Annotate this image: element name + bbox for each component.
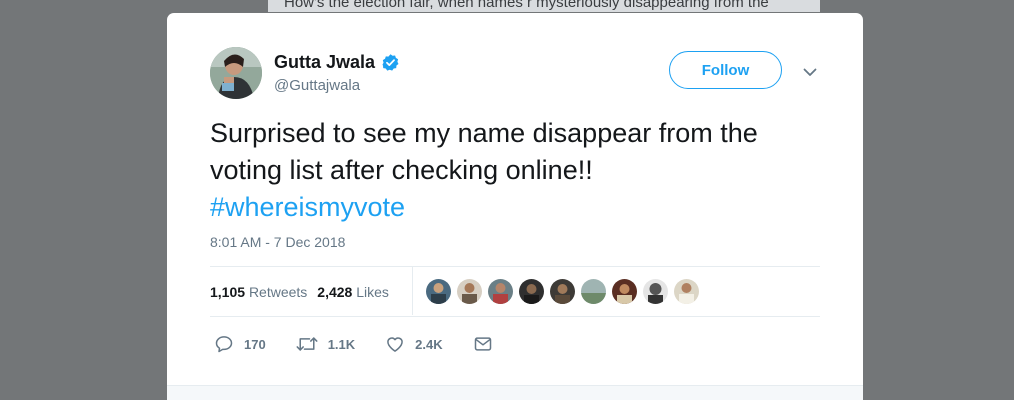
liker-avatars [426, 279, 699, 304]
liker-avatar[interactable] [550, 279, 575, 304]
envelope-icon [474, 337, 491, 351]
background-tweet-text: How's the election fair, when names r my… [284, 0, 769, 11]
liker-avatar[interactable] [643, 279, 668, 304]
retweet-button[interactable]: 1.1K [296, 334, 355, 354]
tweet-text-line: Surprised to see my name disappear from … [210, 118, 758, 148]
engagement-stats: 1,105 Retweets 2,428 Likes [210, 284, 389, 300]
like-button[interactable]: 2.4K [385, 334, 443, 354]
tweet-text: Surprised to see my name disappear from … [210, 115, 830, 226]
background-tweet: How's the election fair, when names r my… [268, 0, 820, 12]
retweet-icon [296, 337, 318, 351]
author-name-row[interactable]: Gutta Jwala [274, 52, 400, 73]
author-handle[interactable]: @Guttajwala [274, 77, 360, 94]
divider [210, 316, 820, 317]
liker-avatar[interactable] [674, 279, 699, 304]
likes-label: Likes [356, 284, 389, 300]
reply-button[interactable]: 170 [214, 334, 266, 354]
likes-stat[interactable]: 2,428 Likes [317, 284, 389, 300]
chevron-down-icon[interactable] [802, 64, 818, 80]
hashtag-link[interactable]: #whereismyvote [210, 189, 830, 226]
verified-badge-icon [382, 54, 399, 71]
heart-icon [387, 337, 404, 352]
liker-avatar[interactable] [519, 279, 544, 304]
reply-icon [215, 336, 233, 353]
retweet-count: 1.1K [327, 336, 356, 352]
retweets-count: 1,105 [210, 284, 246, 300]
author-name[interactable]: Gutta Jwala [274, 52, 375, 73]
like-count: 2.4K [415, 336, 443, 352]
retweets-label: Retweets [248, 284, 308, 300]
direct-message-button[interactable] [473, 334, 493, 354]
tweet-modal: Gutta Jwala @Guttajwala Follow Surprised… [167, 13, 863, 400]
stats-separator [412, 267, 413, 315]
divider [210, 266, 820, 267]
tweet-actions: 170 1.1K 2.4K [214, 334, 523, 354]
follow-button[interactable]: Follow [669, 51, 782, 89]
liker-avatar[interactable] [426, 279, 451, 304]
liker-avatar[interactable] [457, 279, 482, 304]
modal-footer [167, 385, 863, 400]
retweets-stat[interactable]: 1,105 Retweets [210, 284, 307, 300]
author-avatar[interactable] [210, 47, 262, 99]
liker-avatar[interactable] [581, 279, 606, 304]
likes-count: 2,428 [317, 284, 353, 300]
liker-avatar[interactable] [612, 279, 637, 304]
liker-avatar[interactable] [488, 279, 513, 304]
tweet-text-line: voting list after checking online!! [210, 155, 593, 185]
tweet-timestamp[interactable]: 8:01 AM - 7 Dec 2018 [210, 234, 345, 250]
reply-count: 170 [244, 336, 266, 352]
